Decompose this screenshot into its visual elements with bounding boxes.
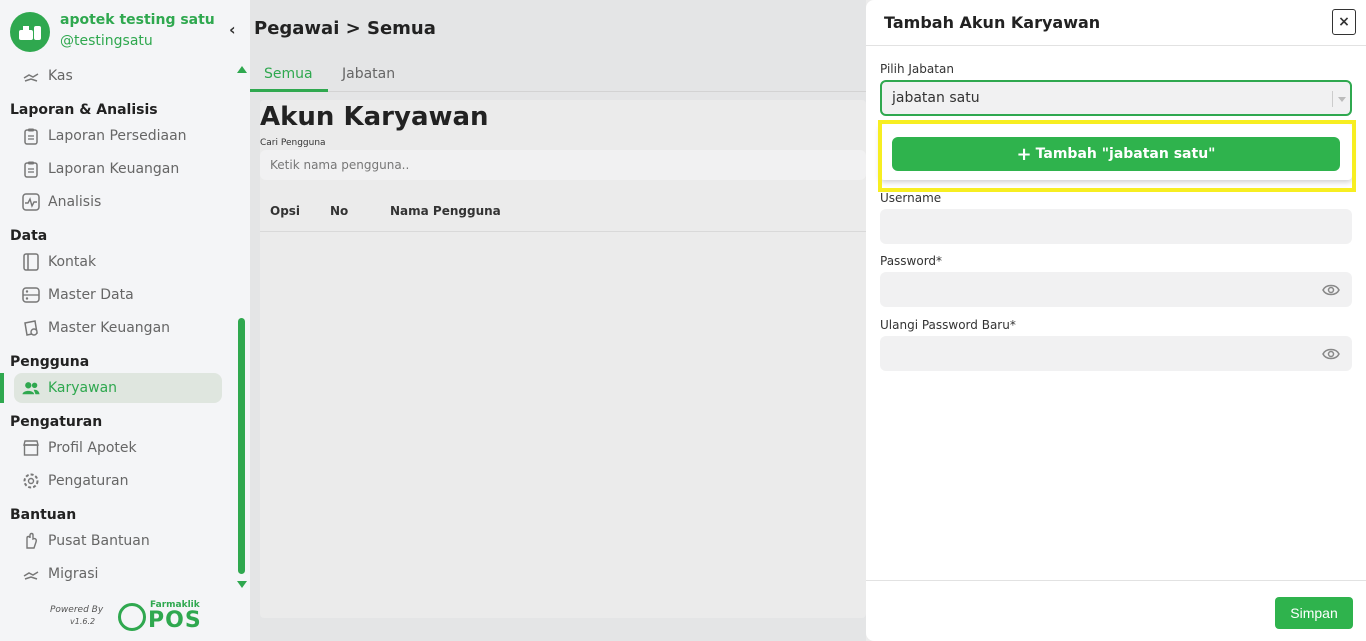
select-divider: [1332, 91, 1333, 107]
farmaklik-pos: POS: [148, 608, 202, 633]
store-icon: [22, 439, 40, 457]
sidebar: apotek testing satu @testingsatu ‹ Kas L…: [0, 0, 250, 641]
sidebar-item-label: Laporan Keuangan: [48, 161, 180, 177]
sidebar-item-label: Karyawan: [48, 380, 118, 396]
sidebar-item-laporan-keuangan[interactable]: Laporan Keuangan: [14, 154, 222, 184]
database-icon: [22, 286, 40, 304]
eye-icon[interactable]: [1322, 347, 1340, 361]
sidebar-item-label: Laporan Persediaan: [48, 128, 187, 144]
page-title: Akun Karyawan: [260, 102, 489, 132]
sidebar-item-label: Profil Apotek: [48, 440, 137, 456]
sidebar-item-label: Analisis: [48, 194, 102, 210]
section-data: Data: [10, 228, 48, 244]
save-button[interactable]: Simpan: [1275, 597, 1353, 629]
main-content: Pegawai > Semua Semua Jabatan Akun Karya…: [250, 0, 866, 641]
search-label: Cari Pengguna: [260, 138, 326, 148]
clipboard-icon: [22, 160, 40, 178]
sidebar-item-label: Master Keuangan: [48, 320, 171, 336]
eye-icon[interactable]: [1322, 283, 1340, 297]
highlight-box: [878, 120, 1356, 192]
column-no: No: [330, 204, 349, 218]
sidebar-header: apotek testing satu @testingsatu ‹: [0, 0, 250, 60]
farmaklik-logo: Farmaklik POS: [118, 600, 202, 634]
sidebar-item-label: Pusat Bantuan: [48, 533, 150, 549]
sidebar-item-label: Kontak: [48, 254, 97, 270]
section-laporan-analisis: Laporan & Analisis: [10, 102, 158, 118]
farmaklik-mark-icon: [118, 603, 146, 631]
password-field: [866, 272, 1366, 307]
employee-panel: Akun Karyawan Cari Pengguna Opsi No Nama…: [260, 100, 866, 618]
table-header: Opsi No Nama Pengguna: [260, 190, 866, 232]
breadcrumb: Pegawai > Semua: [254, 18, 436, 39]
store-username: @testingsatu: [60, 33, 153, 49]
search-input[interactable]: [260, 150, 866, 180]
sidebar-item-master-keuangan[interactable]: Master Keuangan: [14, 313, 222, 343]
sidebar-item-migrasi[interactable]: Migrasi: [14, 559, 222, 589]
sidebar-item-master-data[interactable]: Master Data: [14, 280, 222, 310]
store-name: apotek testing satu: [60, 12, 215, 28]
powered-by-text: Powered By: [50, 605, 104, 615]
password-input[interactable]: [880, 272, 1352, 307]
close-button[interactable]: ×: [1332, 9, 1356, 35]
confirm-password-input[interactable]: [880, 336, 1352, 371]
column-opsi: Opsi: [270, 204, 301, 218]
hand-icon: [22, 532, 40, 550]
modal-footer: Simpan: [866, 580, 1366, 641]
pharmacy-icon: [19, 26, 41, 40]
sidebar-item-karyawan[interactable]: Karyawan: [14, 373, 222, 403]
jabatan-select[interactable]: jabatan satu: [880, 80, 1352, 116]
gear-icon: [22, 472, 40, 490]
scroll-down-arrow-icon[interactable]: [237, 581, 247, 588]
chevron-down-icon[interactable]: [1338, 97, 1346, 102]
active-tab-underline: [250, 89, 328, 92]
sidebar-item-kas[interactable]: Kas: [14, 61, 222, 91]
sidebar-item-label: Migrasi: [48, 566, 99, 582]
jabatan-select-value: jabatan satu: [892, 90, 980, 106]
password-label: Password*: [880, 254, 943, 268]
sidebar-item-pusat-bantuan[interactable]: Pusat Bantuan: [14, 526, 222, 556]
sidebar-item-label: Master Data: [48, 287, 134, 303]
column-nama-pengguna: Nama Pengguna: [390, 204, 501, 218]
jabatan-label: Pilih Jabatan: [880, 62, 954, 76]
sidebar-item-label: Kas: [48, 68, 73, 84]
sidebar-item-laporan-persediaan[interactable]: Laporan Persediaan: [14, 121, 222, 151]
username-input[interactable]: [880, 209, 1352, 244]
close-icon: ×: [1338, 14, 1350, 30]
section-pengaturan: Pengaturan: [10, 414, 103, 430]
confirm-password-field: [866, 336, 1366, 371]
confirm-password-label: Ulangi Password Baru*: [880, 318, 1016, 332]
username-label: Username: [880, 191, 942, 205]
modal-title: Tambah Akun Karyawan: [884, 13, 1101, 32]
sidebar-item-kontak[interactable]: Kontak: [14, 247, 222, 277]
sidebar-item-profil-apotek[interactable]: Profil Apotek: [14, 433, 222, 463]
clipboard-icon: [22, 127, 40, 145]
scroll-up-arrow-icon[interactable]: [237, 66, 247, 73]
store-logo: [10, 12, 50, 52]
add-employee-modal: Tambah Akun Karyawan × Pilih Jabatan jab…: [866, 0, 1366, 641]
users-icon: [22, 379, 40, 397]
sidebar-scrollbar[interactable]: [236, 62, 248, 590]
scrollbar-thumb[interactable]: [238, 318, 245, 574]
chevron-left-icon[interactable]: ‹: [229, 20, 236, 39]
tab-jabatan[interactable]: Jabatan: [342, 66, 395, 82]
modal-header: Tambah Akun Karyawan ×: [866, 0, 1366, 46]
section-pengguna: Pengguna: [10, 354, 90, 370]
finance-icon: [22, 319, 40, 337]
tab-semua[interactable]: Semua: [264, 66, 313, 82]
version-text: v1.6.2: [70, 617, 96, 626]
contact-book-icon: [22, 253, 40, 271]
tab-bar: Semua Jabatan: [250, 56, 866, 92]
sidebar-item-pengaturan[interactable]: Pengaturan: [14, 466, 222, 496]
active-indicator: [0, 373, 4, 403]
cash-icon: [22, 67, 40, 85]
sidebar-item-analisis[interactable]: Analisis: [14, 187, 222, 217]
section-bantuan: Bantuan: [10, 507, 77, 523]
sidebar-menu: Kas Laporan & Analisis Laporan Persediaa…: [0, 60, 236, 590]
activity-icon: [22, 193, 40, 211]
sidebar-item-label: Pengaturan: [48, 473, 129, 489]
migrate-icon: [22, 565, 40, 583]
